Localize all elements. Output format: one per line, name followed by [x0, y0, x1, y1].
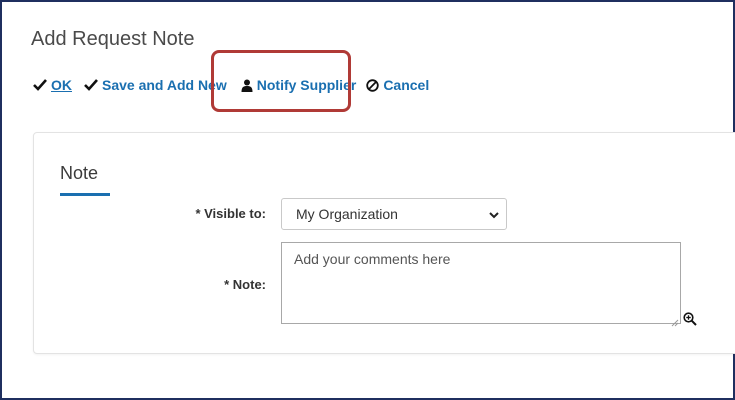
tab-underline [60, 193, 110, 196]
notify-supplier-highlight [211, 50, 351, 112]
ok-label: OK [51, 77, 72, 93]
check-icon [33, 79, 47, 91]
dialog-frame: Add Request Note OK Save and Add New Not… [0, 0, 735, 400]
resize-grip-icon[interactable] [671, 314, 679, 327]
note-card: Note * Visible to: My Organization * Not… [33, 132, 735, 354]
cancel-button[interactable]: Cancel [366, 77, 429, 93]
note-placeholder: Add your comments here [294, 251, 451, 267]
visible-to-label: * Visible to: [195, 206, 266, 221]
cancel-circle-icon [366, 78, 380, 92]
visible-to-value: My Organization [296, 206, 398, 222]
save-and-add-new-label: Save and Add New [102, 77, 227, 93]
tab-note[interactable]: Note [60, 163, 98, 184]
ok-button[interactable]: OK [33, 77, 72, 93]
save-and-add-new-button[interactable]: Save and Add New [84, 77, 227, 93]
check-icon [84, 79, 98, 91]
note-label: * Note: [224, 277, 266, 292]
page-title: Add Request Note [31, 28, 195, 50]
chevron-down-icon [488, 208, 500, 220]
zoom-in-icon[interactable] [683, 312, 697, 326]
visible-to-select[interactable]: My Organization [281, 198, 507, 230]
note-textarea[interactable]: Add your comments here [281, 242, 681, 327]
cancel-label: Cancel [383, 77, 430, 93]
